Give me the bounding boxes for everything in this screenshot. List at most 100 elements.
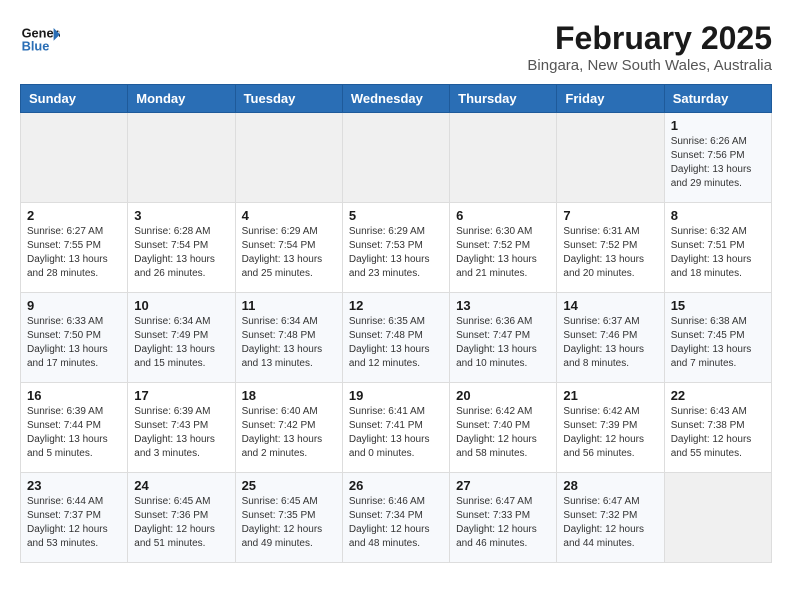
day-info: Sunrise: 6:29 AM Sunset: 7:54 PM Dayligh… [242,225,336,281]
day-number: 18 [242,388,336,403]
calendar-cell: 15 Sunrise: 6:38 AM Sunset: 7:45 PM Dayli… [664,293,771,383]
day-number: 11 [242,298,336,313]
day-number: 17 [134,388,228,403]
day-info: Sunrise: 6:30 AM Sunset: 7:52 PM Dayligh… [456,225,550,281]
calendar-cell: 24 Sunrise: 6:45 AM Sunset: 7:36 PM Dayli… [128,473,235,563]
calendar-cell: 26 Sunrise: 6:46 AM Sunset: 7:34 PM Dayli… [342,473,449,563]
day-number: 3 [134,208,228,223]
calendar-cell [235,113,342,203]
day-info: Sunrise: 6:34 AM Sunset: 7:48 PM Dayligh… [242,315,336,371]
day-info: Sunrise: 6:47 AM Sunset: 7:32 PM Dayligh… [563,495,657,551]
day-info: Sunrise: 6:40 AM Sunset: 7:42 PM Dayligh… [242,405,336,461]
calendar-week-row: 16Sunrise: 6:39 AM Sunset: 7:44 PM Dayli… [21,383,772,473]
day-info: Sunrise: 6:42 AM Sunset: 7:39 PM Dayligh… [563,405,657,461]
day-info: Sunrise: 6:39 AM Sunset: 7:43 PM Dayligh… [134,405,228,461]
calendar-cell: 14 Sunrise: 6:37 AM Sunset: 7:46 PM Dayli… [557,293,664,383]
calendar-cell: 19Sunrise: 6:41 AM Sunset: 7:41 PM Dayli… [342,383,449,473]
day-info: Sunrise: 6:46 AM Sunset: 7:34 PM Dayligh… [349,495,443,551]
svg-text:Blue: Blue [22,38,50,53]
calendar-cell: 11 Sunrise: 6:34 AM Sunset: 7:48 PM Dayli… [235,293,342,383]
day-number: 7 [563,208,657,223]
day-number: 24 [134,478,228,493]
calendar-cell [450,113,557,203]
calendar-cell: 6 Sunrise: 6:30 AM Sunset: 7:52 PM Daylig… [450,203,557,293]
day-number: 15 [671,298,765,313]
day-number: 28 [563,478,657,493]
day-info: Sunrise: 6:27 AM Sunset: 7:55 PM Dayligh… [27,225,121,281]
day-info: Sunrise: 6:43 AM Sunset: 7:38 PM Dayligh… [671,405,765,461]
calendar-cell: 17 Sunrise: 6:39 AM Sunset: 7:43 PM Dayli… [128,383,235,473]
day-number: 25 [242,478,336,493]
day-info: Sunrise: 6:39 AM Sunset: 7:44 PM Dayligh… [27,405,121,461]
day-number: 12 [349,298,443,313]
weekday-header-saturday: Saturday [664,85,771,113]
weekday-header-sunday: Sunday [21,85,128,113]
day-info: Sunrise: 6:41 AM Sunset: 7:41 PM Dayligh… [349,405,443,461]
day-info: Sunrise: 6:32 AM Sunset: 7:51 PM Dayligh… [671,225,765,281]
calendar-cell: 23 Sunrise: 6:44 AM Sunset: 7:37 PM Dayli… [21,473,128,563]
day-info: Sunrise: 6:36 AM Sunset: 7:47 PM Dayligh… [456,315,550,371]
calendar-cell [128,113,235,203]
page-header: General Blue February 2025 Bingara, New … [20,20,772,74]
day-info: Sunrise: 6:42 AM Sunset: 7:40 PM Dayligh… [456,405,550,461]
day-number: 14 [563,298,657,313]
calendar-cell [664,473,771,563]
calendar-cell: 7 Sunrise: 6:31 AM Sunset: 7:52 PM Daylig… [557,203,664,293]
day-number: 13 [456,298,550,313]
weekday-header-thursday: Thursday [450,85,557,113]
calendar-cell: 9Sunrise: 6:33 AM Sunset: 7:50 PM Daylig… [21,293,128,383]
calendar-cell: 12 Sunrise: 6:35 AM Sunset: 7:48 PM Dayli… [342,293,449,383]
location-subtitle: Bingara, New South Wales, Australia [527,57,772,74]
logo-icon: General Blue [20,20,60,60]
calendar-cell [557,113,664,203]
day-info: Sunrise: 6:45 AM Sunset: 7:36 PM Dayligh… [134,495,228,551]
day-info: Sunrise: 6:38 AM Sunset: 7:45 PM Dayligh… [671,315,765,371]
day-number: 1 [671,118,765,133]
calendar-cell: 21 Sunrise: 6:42 AM Sunset: 7:39 PM Dayli… [557,383,664,473]
day-info: Sunrise: 6:33 AM Sunset: 7:50 PM Dayligh… [27,315,121,371]
day-number: 26 [349,478,443,493]
calendar-cell: 10 Sunrise: 6:34 AM Sunset: 7:49 PM Dayli… [128,293,235,383]
calendar-cell: 28 Sunrise: 6:47 AM Sunset: 7:32 PM Dayli… [557,473,664,563]
logo: General Blue [20,20,60,60]
calendar-cell [21,113,128,203]
day-number: 4 [242,208,336,223]
day-number: 10 [134,298,228,313]
weekday-header-row: SundayMondayTuesdayWednesdayThursdayFrid… [21,85,772,113]
weekday-header-friday: Friday [557,85,664,113]
day-number: 23 [27,478,121,493]
calendar-cell: 2 Sunrise: 6:27 AM Sunset: 7:55 PM Daylig… [21,203,128,293]
calendar-cell: 25 Sunrise: 6:45 AM Sunset: 7:35 PM Dayli… [235,473,342,563]
day-number: 27 [456,478,550,493]
day-info: Sunrise: 6:45 AM Sunset: 7:35 PM Dayligh… [242,495,336,551]
calendar-cell: 20 Sunrise: 6:42 AM Sunset: 7:40 PM Dayli… [450,383,557,473]
day-number: 8 [671,208,765,223]
calendar-week-row: 1 Sunrise: 6:26 AM Sunset: 7:56 PM Daylig… [21,113,772,203]
calendar-cell: 22 Sunrise: 6:43 AM Sunset: 7:38 PM Dayli… [664,383,771,473]
weekday-header-monday: Monday [128,85,235,113]
day-info: Sunrise: 6:47 AM Sunset: 7:33 PM Dayligh… [456,495,550,551]
day-number: 20 [456,388,550,403]
day-info: Sunrise: 6:26 AM Sunset: 7:56 PM Dayligh… [671,135,765,191]
weekday-header-tuesday: Tuesday [235,85,342,113]
day-number: 21 [563,388,657,403]
month-year-title: February 2025 [527,20,772,57]
day-info: Sunrise: 6:44 AM Sunset: 7:37 PM Dayligh… [27,495,121,551]
calendar-week-row: 23 Sunrise: 6:44 AM Sunset: 7:37 PM Dayli… [21,473,772,563]
day-info: Sunrise: 6:31 AM Sunset: 7:52 PM Dayligh… [563,225,657,281]
calendar-cell: 5Sunrise: 6:29 AM Sunset: 7:53 PM Daylig… [342,203,449,293]
calendar-table: SundayMondayTuesdayWednesdayThursdayFrid… [20,84,772,563]
calendar-cell: 13 Sunrise: 6:36 AM Sunset: 7:47 PM Dayli… [450,293,557,383]
day-info: Sunrise: 6:34 AM Sunset: 7:49 PM Dayligh… [134,315,228,371]
calendar-cell: 8 Sunrise: 6:32 AM Sunset: 7:51 PM Daylig… [664,203,771,293]
day-number: 6 [456,208,550,223]
weekday-header-wednesday: Wednesday [342,85,449,113]
day-info: Sunrise: 6:35 AM Sunset: 7:48 PM Dayligh… [349,315,443,371]
calendar-week-row: 2 Sunrise: 6:27 AM Sunset: 7:55 PM Daylig… [21,203,772,293]
day-info: Sunrise: 6:29 AM Sunset: 7:53 PM Dayligh… [349,225,443,281]
calendar-cell: 3Sunrise: 6:28 AM Sunset: 7:54 PM Daylig… [128,203,235,293]
calendar-week-row: 9Sunrise: 6:33 AM Sunset: 7:50 PM Daylig… [21,293,772,383]
day-info: Sunrise: 6:37 AM Sunset: 7:46 PM Dayligh… [563,315,657,371]
day-number: 22 [671,388,765,403]
day-number: 2 [27,208,121,223]
